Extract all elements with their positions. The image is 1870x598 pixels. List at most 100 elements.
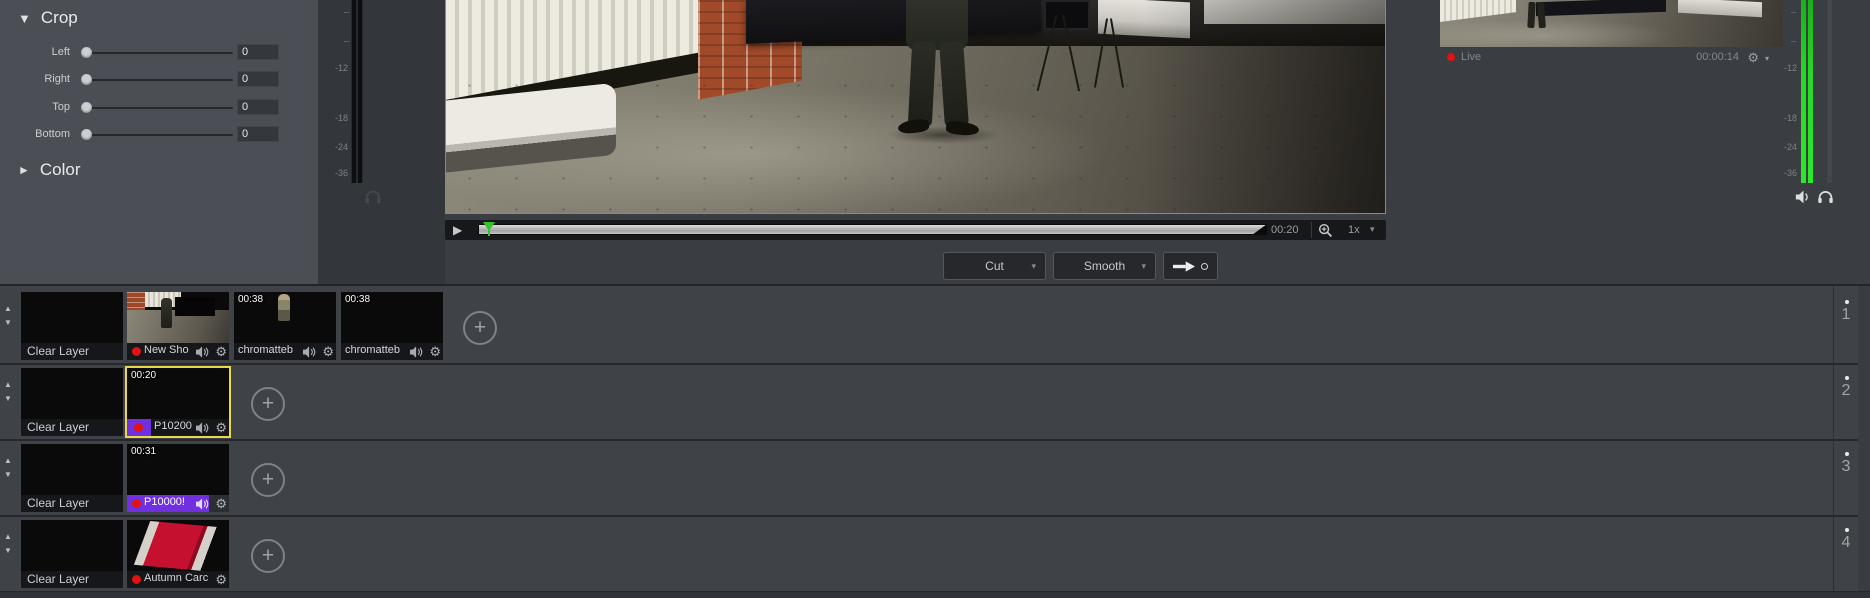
move-layer-up-button[interactable]: ▲ xyxy=(4,304,12,313)
meter-label: -18 xyxy=(1783,113,1797,123)
layer-row-3: ▲ ▼ Clear Layer 00:31 P10000! ⚙ + 3 xyxy=(0,441,1870,515)
clip-new-sho[interactable]: New Sho ⚙ xyxy=(127,292,229,360)
clear-layer-label: Clear Layer xyxy=(27,496,90,510)
live-scene-desk xyxy=(1678,0,1762,18)
move-layer-down-button[interactable]: ▼ xyxy=(4,318,12,327)
live-record-dot-icon xyxy=(1447,53,1455,61)
clear-layer-thumbnail xyxy=(21,444,123,495)
gear-icon[interactable]: ⚙ xyxy=(215,343,227,360)
layer-row-1: ▲ ▼ Clear Layer New Sho ⚙ 00:38 chromatt… xyxy=(0,289,1870,363)
clip-duration: 00:31 xyxy=(131,446,157,457)
send-to-output-button[interactable] xyxy=(1163,252,1218,280)
scene-monitor xyxy=(1044,0,1090,30)
crop-top-slider-thumb[interactable] xyxy=(81,102,92,113)
headphones-icon[interactable] xyxy=(1817,189,1834,210)
transition-cut-button[interactable]: Cut ▾ xyxy=(943,252,1046,280)
crop-top-value[interactable]: 0 xyxy=(237,99,279,115)
crop-left-slider-thumb[interactable] xyxy=(81,47,92,58)
move-layer-up-button[interactable]: ▲ xyxy=(4,380,12,389)
crop-right-label: Right xyxy=(44,73,70,85)
crop-right-slider-thumb[interactable] xyxy=(81,74,92,85)
clip-chromatteb-1[interactable]: 00:38 chromatteb ⚙ xyxy=(234,292,336,360)
move-layer-down-button[interactable]: ▼ xyxy=(4,470,12,479)
headphones-icon[interactable] xyxy=(364,189,382,210)
move-layer-down-button[interactable]: ▼ xyxy=(4,546,12,555)
meter-label: -18 xyxy=(334,113,348,123)
clear-layer-tile[interactable]: Clear Layer xyxy=(21,520,123,588)
presenter-leg xyxy=(939,41,969,127)
gear-icon[interactable]: ⚙ xyxy=(215,571,227,588)
clip-thumbnail xyxy=(127,292,229,343)
smooth-dropdown-icon[interactable]: ▾ xyxy=(1141,261,1146,272)
add-clip-button[interactable]: + xyxy=(251,463,285,497)
tile-label-bar: Clear Layer xyxy=(21,495,123,512)
master-meter-secondary xyxy=(1827,0,1832,183)
play-button[interactable]: ▶ xyxy=(453,223,462,237)
color-section-header[interactable]: ► Color xyxy=(18,160,81,180)
crop-section-header[interactable]: ▼ Crop xyxy=(18,8,78,28)
meter-label: -12 xyxy=(334,63,348,73)
move-layer-down-button[interactable]: ▼ xyxy=(4,394,12,403)
clear-layer-tile[interactable]: Clear Layer xyxy=(21,292,123,360)
add-clip-button[interactable]: + xyxy=(251,387,285,421)
clear-layer-label: Clear Layer xyxy=(27,572,90,586)
clip-autumn-card[interactable]: Autumn Carc ⚙ xyxy=(127,520,229,588)
live-scene-wall xyxy=(1440,0,1516,22)
crop-top-slider-track[interactable] xyxy=(84,107,233,109)
crop-right-slider-track[interactable] xyxy=(84,79,233,81)
gear-icon[interactable]: ⚙ xyxy=(215,419,227,436)
preview-video-monitor[interactable] xyxy=(445,0,1386,214)
preview-meter-area: -12 -18 -24 -36 xyxy=(318,0,445,286)
timeline-zoom-icon[interactable] xyxy=(1318,223,1333,243)
playback-speed[interactable]: 1x xyxy=(1348,224,1360,236)
record-dot-icon xyxy=(132,499,141,508)
record-dot-icon xyxy=(132,575,141,584)
transition-smooth-button[interactable]: Smooth ▾ xyxy=(1053,252,1156,280)
meter-tick xyxy=(1791,41,1796,42)
color-panel-title: Color xyxy=(39,160,81,179)
studio-scene xyxy=(446,0,1385,213)
clear-layer-tile[interactable]: Clear Layer xyxy=(21,368,123,436)
crop-left-value[interactable]: 0 xyxy=(237,44,279,60)
speaker-icon[interactable] xyxy=(196,345,209,360)
live-gear-dropdown-icon[interactable]: ▾ xyxy=(1765,54,1769,63)
meter-label: -12 xyxy=(1783,63,1797,73)
speaker-icon[interactable] xyxy=(303,345,316,360)
crop-bottom-slider-thumb[interactable] xyxy=(81,129,92,140)
playhead-marker[interactable] xyxy=(483,222,495,231)
clip-title: New Sho xyxy=(144,344,189,356)
move-layer-up-button[interactable]: ▲ xyxy=(4,532,12,541)
clip-chromatteb-2[interactable]: 00:38 chromatteb ⚙ xyxy=(341,292,443,360)
cut-dropdown-icon[interactable]: ▾ xyxy=(1031,261,1036,272)
clip-p10200-selected[interactable]: 00:20 P10200 ⚙ xyxy=(127,368,229,436)
live-gear-icon[interactable]: ⚙ xyxy=(1747,50,1759,66)
seek-bar[interactable] xyxy=(478,224,1267,235)
tile-label-bar: Clear Layer xyxy=(21,571,123,588)
gear-icon[interactable]: ⚙ xyxy=(322,343,334,360)
clip-p10000[interactable]: 00:31 P10000! ⚙ xyxy=(127,444,229,512)
gear-icon[interactable]: ⚙ xyxy=(429,343,441,360)
crop-bottom-value[interactable]: 0 xyxy=(237,126,279,142)
speed-dropdown-icon[interactable]: ▾ xyxy=(1370,224,1375,235)
add-clip-button[interactable]: + xyxy=(251,539,285,573)
tile-label-bar: New Sho ⚙ xyxy=(127,343,229,360)
timeline-scrollbar[interactable] xyxy=(1858,286,1870,598)
layer-indicator-dot xyxy=(1845,376,1849,380)
crop-bottom-slider-track[interactable] xyxy=(84,134,233,136)
clip-title: Autumn Carc xyxy=(144,572,209,584)
live-output-thumbnail[interactable] xyxy=(1440,0,1783,47)
speaker-icon[interactable] xyxy=(196,497,209,512)
move-layer-up-button[interactable]: ▲ xyxy=(4,456,12,465)
clear-layer-tile[interactable]: Clear Layer xyxy=(21,444,123,512)
add-clip-button[interactable]: + xyxy=(463,311,497,345)
clear-layer-thumbnail xyxy=(21,292,123,343)
crop-right-value[interactable]: 0 xyxy=(237,71,279,87)
crop-left-slider-track[interactable] xyxy=(84,52,233,54)
gear-icon[interactable]: ⚙ xyxy=(215,495,227,512)
clear-layer-label: Clear Layer xyxy=(27,420,90,434)
speaker-icon[interactable] xyxy=(410,345,423,360)
clear-layer-thumbnail xyxy=(21,520,123,571)
speaker-icon[interactable] xyxy=(196,421,209,436)
tile-label-bar: chromatteb ⚙ xyxy=(341,343,443,360)
speaker-icon[interactable] xyxy=(1795,189,1812,210)
